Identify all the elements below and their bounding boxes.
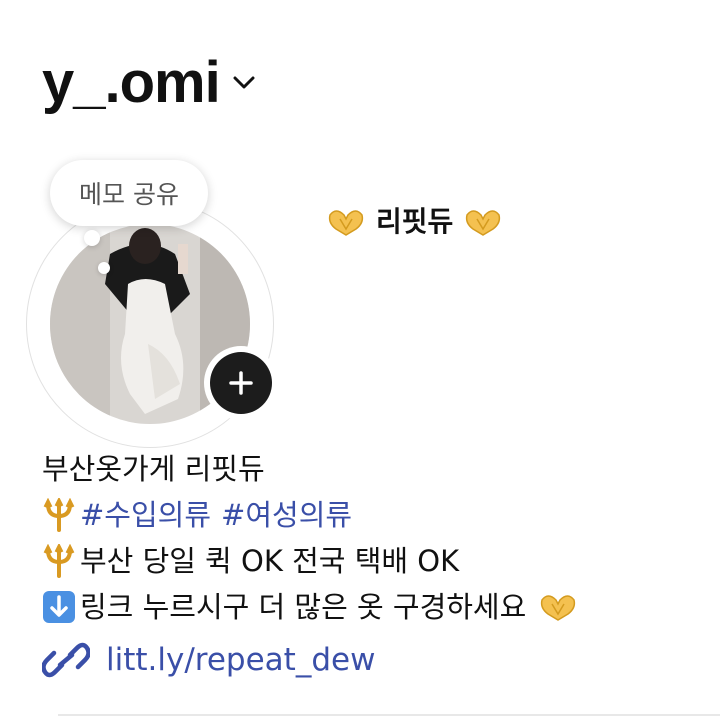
link-icon [42, 642, 90, 678]
divider [58, 714, 720, 716]
note-bubble[interactable]: 메모 공유 [50, 160, 208, 226]
note-text: 메모 공유 [79, 180, 179, 209]
bio-text: 부산옷가게 리핏듀 [42, 452, 265, 486]
chevron-down-icon[interactable] [232, 75, 256, 91]
bio-text: 부산 당일 퀵 OK 전국 택배 OK [80, 544, 460, 578]
trident-emoji [43, 544, 75, 578]
down-arrow-emoji [43, 591, 75, 623]
heart-hands-emoji [328, 210, 364, 236]
note-bubble-tail-small [98, 262, 110, 274]
hashtag-link[interactable]: #수입의류 [80, 492, 211, 538]
bio-line-3: 부산 당일 퀵 OK 전국 택배 OK [42, 538, 578, 584]
bio: 부산옷가게 리핏듀 #수입의류 #여성의류 부산 당일 퀵 OK 전국 택배 O… [42, 446, 578, 630]
bio-text: 링크 누르시구 더 많은 옷 구경하세요 [80, 590, 527, 624]
display-name-row: 리핏듀 [326, 200, 503, 244]
display-name: 리핏듀 [376, 205, 454, 238]
plus-icon [210, 352, 272, 414]
bio-line-1: 부산옷가게 리핏듀 [42, 446, 578, 492]
external-link[interactable]: litt.ly/repeat_dew [42, 636, 375, 684]
hashtag-link[interactable]: #여성의류 [221, 492, 352, 538]
profile-header: y_.omi [42, 48, 256, 118]
username[interactable]: y_.omi [42, 48, 221, 118]
trident-emoji [43, 498, 75, 532]
heart-hands-emoji [541, 595, 576, 621]
bio-line-4: 링크 누르시구 더 많은 옷 구경하세요 [42, 584, 578, 630]
add-story-button[interactable] [204, 346, 278, 420]
heart-hands-emoji [466, 210, 501, 236]
bio-line-2: #수입의류 #여성의류 [42, 492, 578, 538]
note-bubble-tail [84, 230, 100, 246]
link-url: litt.ly/repeat_dew [106, 642, 376, 678]
